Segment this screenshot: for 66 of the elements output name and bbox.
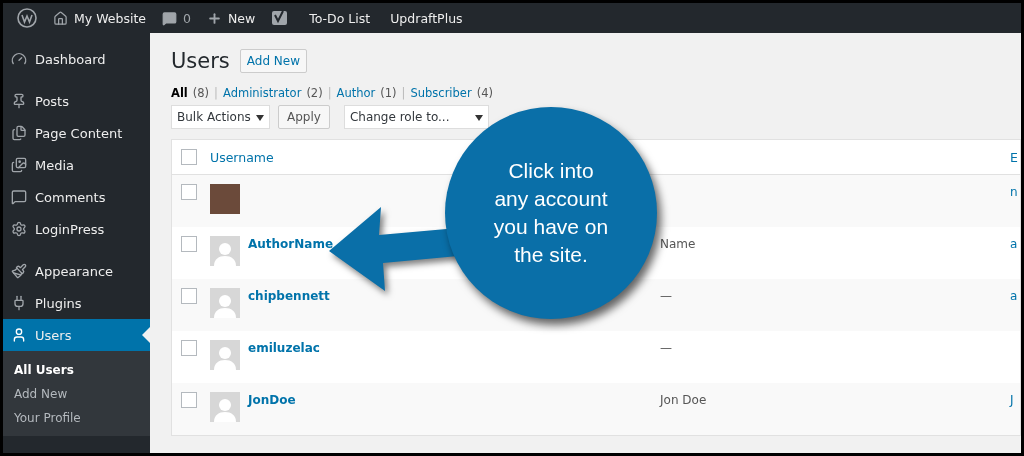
separator: |: [214, 86, 218, 100]
row-checkbox[interactable]: [181, 340, 197, 356]
filter-link[interactable]: Author: [336, 86, 376, 100]
sidebar-item[interactable]: Dashboard: [3, 43, 150, 75]
row-checkbox[interactable]: [181, 392, 197, 408]
email-cell[interactable]: J: [1010, 392, 1020, 407]
gauge-icon: [11, 51, 27, 67]
home-icon: [53, 10, 68, 26]
change-role-dropdown[interactable]: Change role to...: [343, 105, 489, 129]
row-checkbox[interactable]: [181, 184, 197, 200]
filter-count: (4): [476, 86, 493, 100]
column-header[interactable]: Username: [210, 149, 274, 165]
page-title: Users: [171, 49, 230, 73]
callout-text: Click into any account you have on the site.: [493, 158, 609, 268]
filter-link[interactable]: Administrator: [222, 86, 302, 100]
username-link[interactable]: emiluzelac: [248, 340, 320, 355]
email-cell[interactable]: a: [1010, 288, 1020, 303]
name-cell-text: —: [660, 288, 673, 303]
row-checkbox[interactable]: [181, 288, 197, 304]
filter-link[interactable]: All: [171, 86, 188, 100]
bulk-actions-dropdown[interactable]: Bulk Actions: [171, 105, 270, 129]
sidebar-item[interactable]: Media: [3, 149, 150, 181]
filter-count: (8): [192, 86, 210, 100]
sidebar-item[interactable]: Page Content: [3, 117, 150, 149]
row-checkbox[interactable]: [181, 236, 197, 252]
sidebar-item[interactable]: Posts: [3, 85, 150, 117]
sidebar-item[interactable]: Appearance: [3, 255, 150, 287]
comment-icon: [162, 10, 177, 26]
name-cell-text: Name: [660, 236, 697, 251]
plug-icon: [11, 295, 27, 311]
new-link[interactable]: New: [198, 3, 264, 33]
email-cell[interactable]: a: [1010, 236, 1020, 251]
username-link[interactable]: chipbennett: [248, 288, 330, 303]
sidebar-item[interactable]: LoginPress: [3, 213, 150, 245]
separator: |: [401, 86, 406, 100]
email-cell[interactable]: n: [1010, 184, 1020, 199]
site-name-link[interactable]: My Website: [45, 3, 154, 33]
paintbrush-icon: [11, 263, 27, 279]
gear-icon: [11, 221, 27, 237]
comment-icon: [11, 189, 27, 205]
pages-icon: [11, 125, 27, 141]
select-all-checkbox[interactable]: [181, 149, 197, 165]
username-link[interactable]: AuthorName: [248, 236, 334, 251]
filter-count: (2): [306, 86, 323, 100]
name-cell-text: Jon Doe: [660, 392, 708, 407]
submenu-item[interactable]: Your Profile: [3, 406, 150, 430]
username-link[interactable]: JonDoe: [248, 392, 296, 407]
submenu-item[interactable]: All Users: [3, 358, 150, 382]
sidebar-item[interactable]: Users: [3, 319, 150, 351]
sidebar-item[interactable]: Plugins: [3, 287, 150, 319]
toolbar-link[interactable]: To-Do List: [301, 3, 379, 33]
comments-link[interactable]: 0: [154, 3, 199, 33]
submenu-item[interactable]: Add New: [3, 382, 150, 406]
add-new-button[interactable]: Add New: [239, 49, 308, 73]
sidebar-item[interactable]: Comments: [3, 181, 150, 213]
column-header[interactable]: E: [1010, 149, 1018, 165]
plus-icon: [206, 10, 222, 26]
name-cell-text: —: [660, 340, 673, 355]
pin-icon: [11, 93, 27, 109]
images-icon: [11, 157, 27, 173]
user-icon: [11, 327, 27, 343]
filter-link[interactable]: Subscriber: [410, 86, 472, 100]
apply-button[interactable]: Apply: [278, 105, 330, 129]
separator: |: [327, 86, 332, 100]
filter-count: (1): [380, 86, 397, 100]
toolbar-link[interactable]: UpdraftPlus: [382, 3, 471, 33]
